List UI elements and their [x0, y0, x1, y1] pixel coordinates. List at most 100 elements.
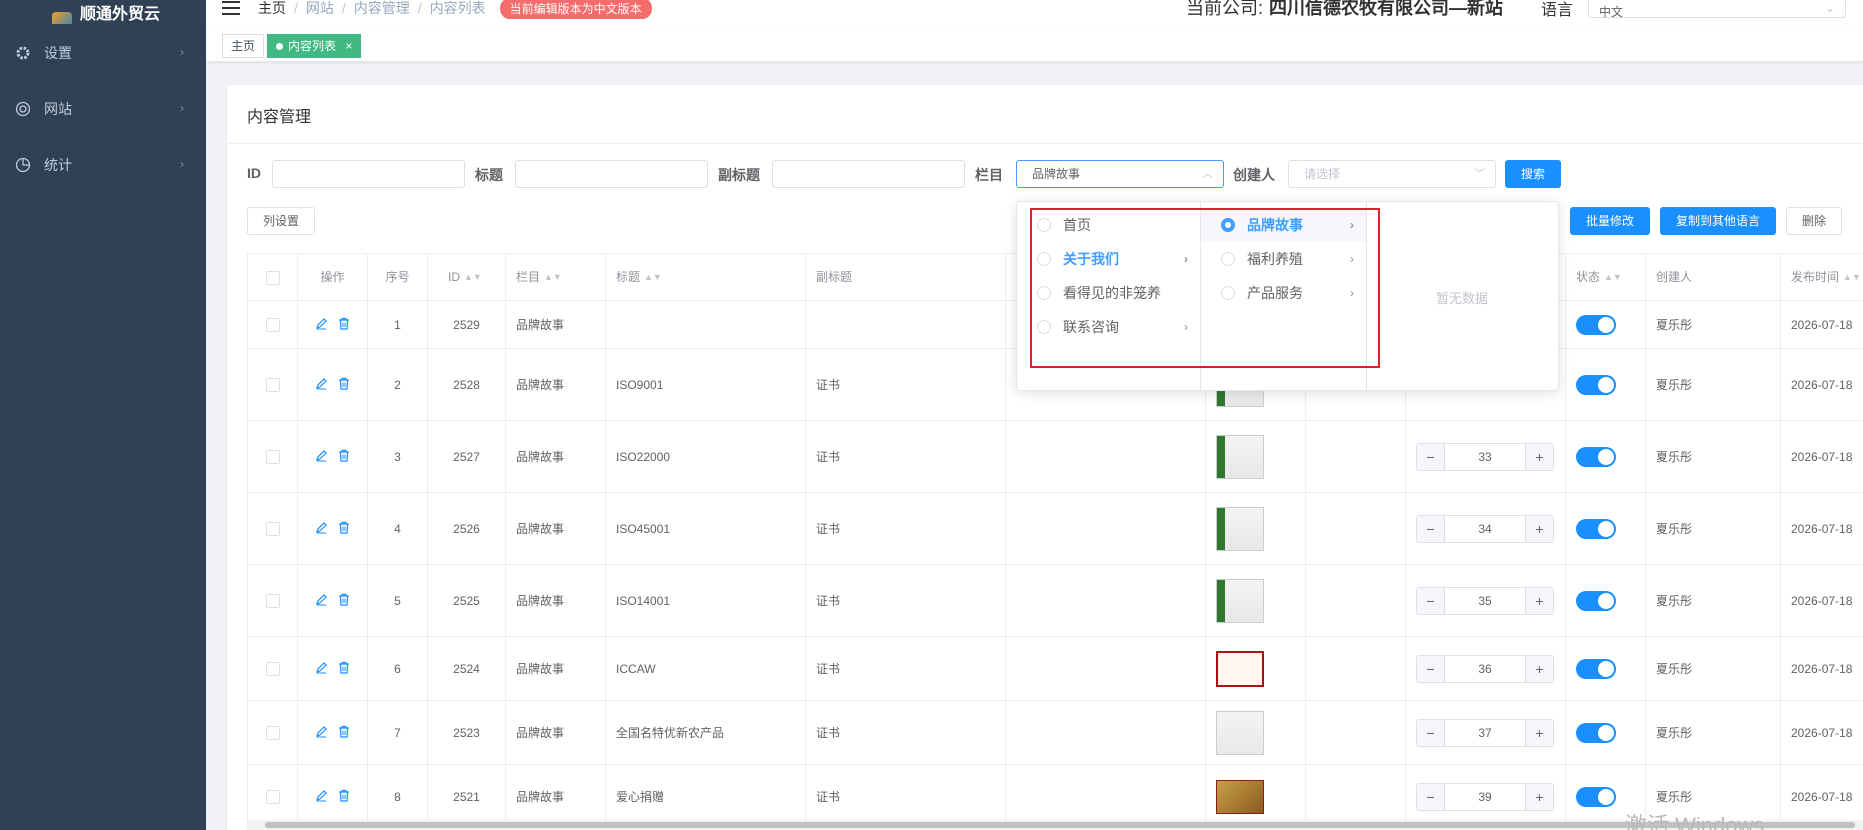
- header-id[interactable]: ID ▲▼: [428, 254, 506, 300]
- sort-value[interactable]: 39: [1445, 790, 1525, 804]
- header-column[interactable]: 栏目 ▲▼: [506, 254, 606, 300]
- sort-stepper[interactable]: −34 +: [1416, 514, 1554, 543]
- delete-icon[interactable]: [338, 661, 350, 677]
- sort-value[interactable]: 33: [1445, 450, 1525, 464]
- row-image-cell: [1206, 701, 1306, 764]
- row-checkbox[interactable]: [265, 377, 280, 392]
- row-checkbox[interactable]: [265, 449, 280, 464]
- delete-icon[interactable]: [338, 725, 350, 741]
- tag-content-list[interactable]: 内容列表 ×: [267, 34, 362, 58]
- edit-icon[interactable]: [315, 789, 328, 805]
- tag-home[interactable]: 主页: [222, 34, 265, 58]
- edit-icon[interactable]: [315, 725, 328, 741]
- delete-icon[interactable]: [338, 789, 350, 805]
- status-toggle[interactable]: [1576, 722, 1616, 743]
- edit-icon[interactable]: [315, 317, 328, 333]
- header-publish-time[interactable]: 发布时间 ▲▼: [1781, 254, 1863, 300]
- subtitle-input[interactable]: [772, 160, 965, 188]
- increment-button[interactable]: +: [1525, 719, 1553, 746]
- increment-button[interactable]: +: [1525, 587, 1553, 614]
- decrement-button[interactable]: −: [1417, 515, 1445, 542]
- edit-icon[interactable]: [315, 377, 328, 393]
- row-column: 品牌故事: [506, 421, 606, 492]
- thumbnail-image[interactable]: [1216, 650, 1264, 687]
- horizontal-scrollbar[interactable]: [247, 820, 1863, 830]
- thumbnail-image[interactable]: [1216, 506, 1264, 551]
- row-checkbox[interactable]: [265, 789, 280, 804]
- column-settings-button[interactable]: 列设置: [247, 207, 315, 235]
- breadcrumb-content-management[interactable]: 内容管理: [354, 0, 410, 18]
- delete-icon[interactable]: [338, 593, 350, 609]
- batch-edit-button[interactable]: 批量修改: [1570, 207, 1650, 235]
- sort-stepper[interactable]: −35 +: [1416, 586, 1554, 615]
- sort-value[interactable]: 37: [1445, 726, 1525, 740]
- row-checkbox[interactable]: [265, 317, 280, 332]
- status-toggle[interactable]: [1576, 374, 1616, 395]
- decrement-button[interactable]: −: [1417, 443, 1445, 470]
- row-checkbox[interactable]: [265, 593, 280, 608]
- row-ops-cell: [298, 637, 368, 700]
- column-cascader[interactable]: 品牌故事 ︿: [1016, 160, 1224, 188]
- increment-button[interactable]: +: [1525, 515, 1553, 542]
- breadcrumb-home[interactable]: 主页: [258, 0, 286, 18]
- select-all-checkbox[interactable]: [265, 270, 280, 285]
- header-title[interactable]: 标题 ▲▼: [606, 254, 806, 300]
- delete-icon[interactable]: [338, 449, 350, 465]
- scrollbar-thumb[interactable]: [265, 822, 1855, 828]
- edit-icon[interactable]: [315, 661, 328, 677]
- status-toggle[interactable]: [1576, 446, 1616, 467]
- language-label: 语言: [1541, 2, 1574, 19]
- thumbnail-image[interactable]: [1216, 779, 1264, 814]
- sort-value[interactable]: 35: [1445, 594, 1525, 608]
- edit-icon[interactable]: [315, 521, 328, 537]
- decrement-button[interactable]: −: [1417, 587, 1445, 614]
- row-blank-1: [1006, 765, 1206, 828]
- sort-stepper[interactable]: −39 +: [1416, 782, 1554, 811]
- copy-to-language-button[interactable]: 复制到其他语言: [1660, 207, 1776, 235]
- thumbnail-image[interactable]: [1216, 710, 1264, 755]
- id-input[interactable]: [272, 160, 465, 188]
- decrement-button[interactable]: −: [1417, 719, 1445, 746]
- status-toggle[interactable]: [1576, 786, 1616, 807]
- delete-button[interactable]: 删除: [1786, 207, 1842, 235]
- delete-icon[interactable]: [338, 377, 350, 393]
- status-toggle[interactable]: [1576, 314, 1616, 335]
- language-select[interactable]: 中文 ⌄: [1588, 0, 1846, 19]
- row-checkbox[interactable]: [265, 661, 280, 676]
- sort-value[interactable]: 34: [1445, 522, 1525, 536]
- increment-button[interactable]: +: [1525, 443, 1553, 470]
- breadcrumb-website[interactable]: 网站: [306, 0, 334, 18]
- status-toggle[interactable]: [1576, 518, 1616, 539]
- row-checkbox[interactable]: [265, 521, 280, 536]
- sidebar-item-settings[interactable]: 设置 ›: [0, 25, 206, 81]
- decrement-button[interactable]: −: [1417, 655, 1445, 682]
- title-input[interactable]: [515, 160, 708, 188]
- status-toggle[interactable]: [1576, 658, 1616, 679]
- increment-button[interactable]: +: [1525, 655, 1553, 682]
- row-blank-2: [1306, 565, 1406, 636]
- increment-button[interactable]: +: [1525, 783, 1553, 810]
- sidebar-item-stats[interactable]: 统计 ›: [0, 137, 206, 193]
- close-icon[interactable]: ×: [345, 39, 352, 53]
- sort-stepper[interactable]: −33 +: [1416, 442, 1554, 471]
- sort-stepper[interactable]: −37 +: [1416, 718, 1554, 747]
- edit-icon[interactable]: [315, 593, 328, 609]
- search-button[interactable]: 搜索: [1505, 160, 1561, 188]
- delete-icon[interactable]: [338, 521, 350, 537]
- edit-icon[interactable]: [315, 449, 328, 465]
- header-status[interactable]: 状态 ▲▼: [1566, 254, 1646, 300]
- hamburger-icon[interactable]: [222, 1, 240, 15]
- status-toggle[interactable]: [1576, 590, 1616, 611]
- sidebar-item-website[interactable]: 网站 ›: [0, 81, 206, 137]
- row-subtitle: 证书: [806, 421, 1006, 492]
- sort-value[interactable]: 36: [1445, 662, 1525, 676]
- row-publish-time: 2026-07-18: [1781, 637, 1863, 700]
- decrement-button[interactable]: −: [1417, 783, 1445, 810]
- creator-select[interactable]: 请选择 ﹀: [1288, 160, 1496, 188]
- delete-icon[interactable]: [338, 317, 350, 333]
- thumbnail-image[interactable]: [1216, 578, 1264, 623]
- row-id: 2528: [428, 349, 506, 420]
- thumbnail-image[interactable]: [1216, 434, 1264, 479]
- sort-stepper[interactable]: −36 +: [1416, 654, 1554, 683]
- row-checkbox[interactable]: [265, 725, 280, 740]
